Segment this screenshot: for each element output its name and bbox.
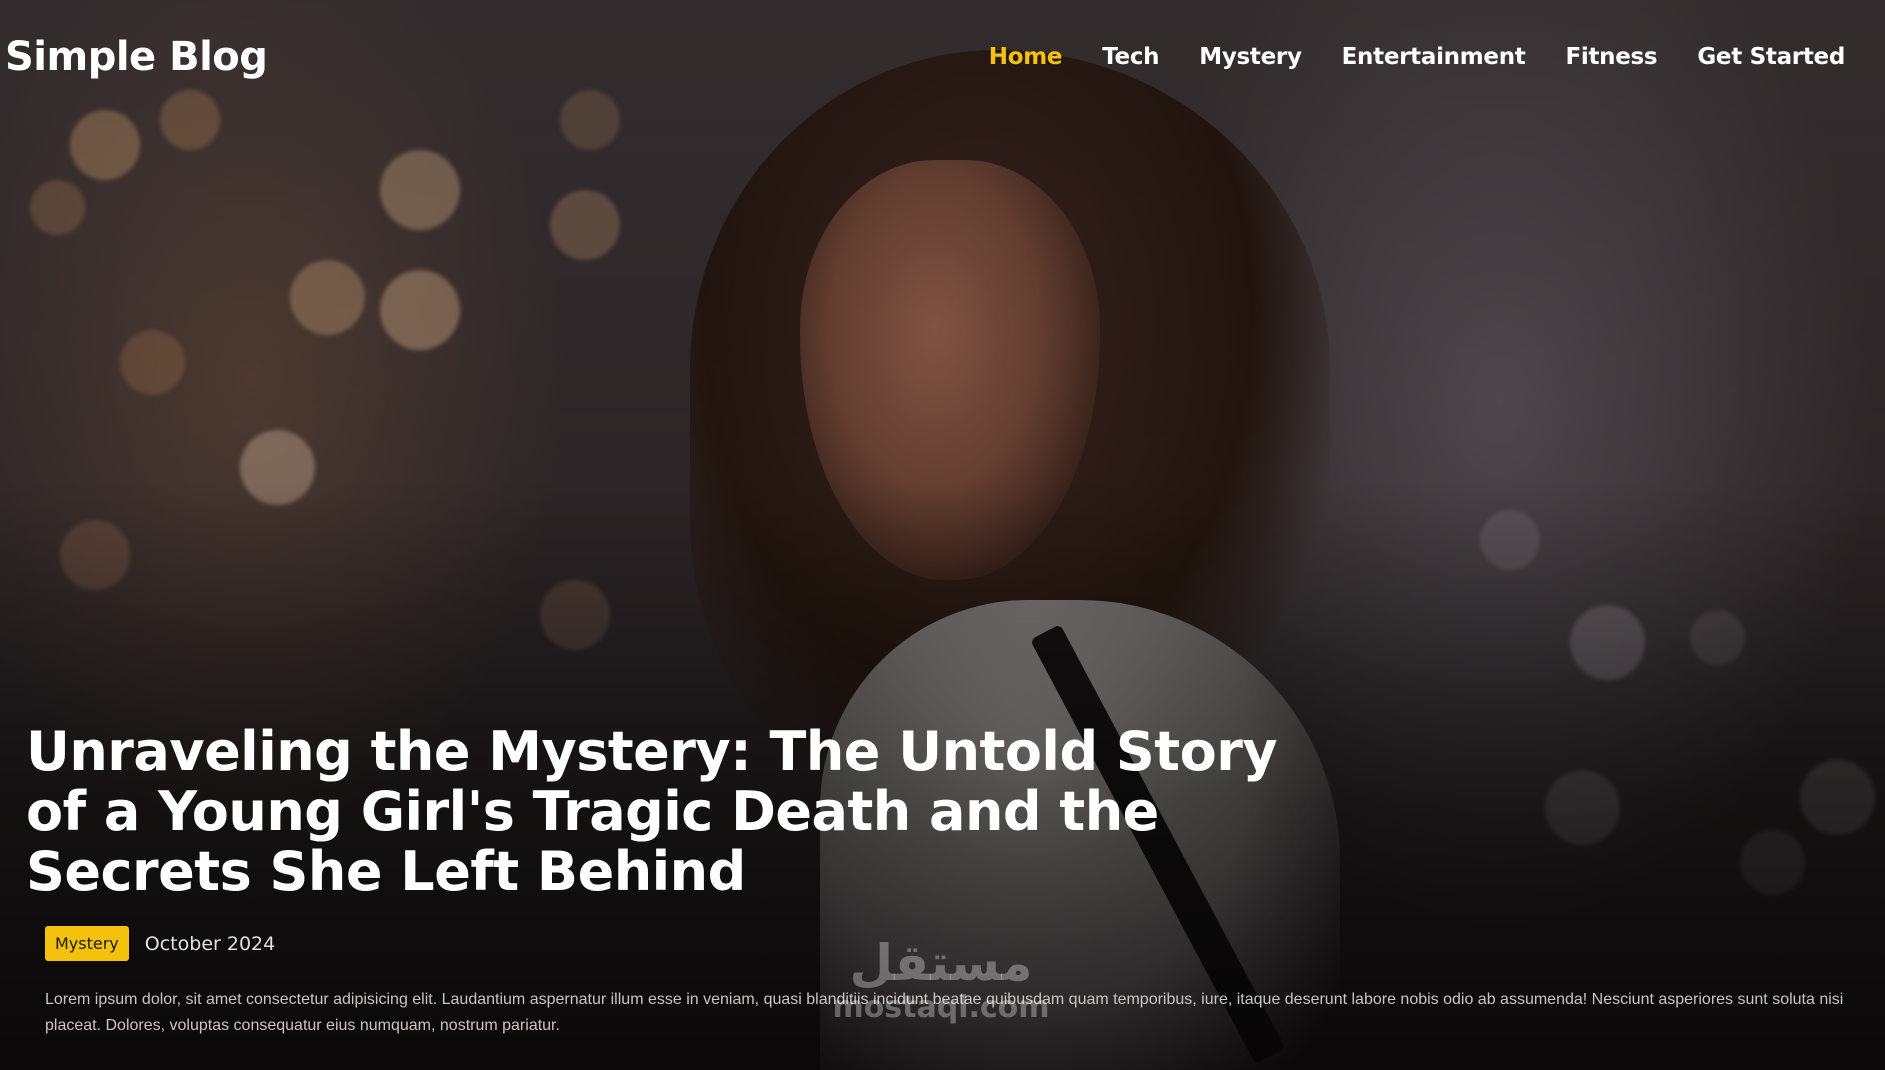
brand-logo[interactable]: Simple Blog	[5, 34, 268, 80]
main-nav: Home Tech Mystery Entertainment Fitness …	[989, 44, 1846, 70]
nav-item-entertainment[interactable]: Entertainment	[1342, 44, 1526, 70]
watermark-logo: مستقل mostaql.com	[826, 935, 1056, 1025]
site-header: Simple Blog Home Tech Mystery Entertainm…	[0, 0, 1885, 120]
nav-item-home[interactable]: Home	[989, 44, 1063, 70]
watermark-latin: mostaql.com	[832, 990, 1050, 1025]
article-title[interactable]: Unraveling the Mystery: The Untold Story…	[26, 722, 1286, 902]
nav-item-tech[interactable]: Tech	[1102, 44, 1159, 70]
nav-item-get-started[interactable]: Get Started	[1697, 44, 1845, 70]
nav-item-fitness[interactable]: Fitness	[1565, 44, 1657, 70]
hero-background: Simple Blog Home Tech Mystery Entertainm…	[0, 0, 1885, 1070]
category-badge[interactable]: Mystery	[45, 926, 129, 961]
watermark-arabic: مستقل	[849, 934, 1033, 992]
article-date: October 2024	[144, 932, 276, 955]
nav-item-mystery[interactable]: Mystery	[1199, 44, 1302, 70]
